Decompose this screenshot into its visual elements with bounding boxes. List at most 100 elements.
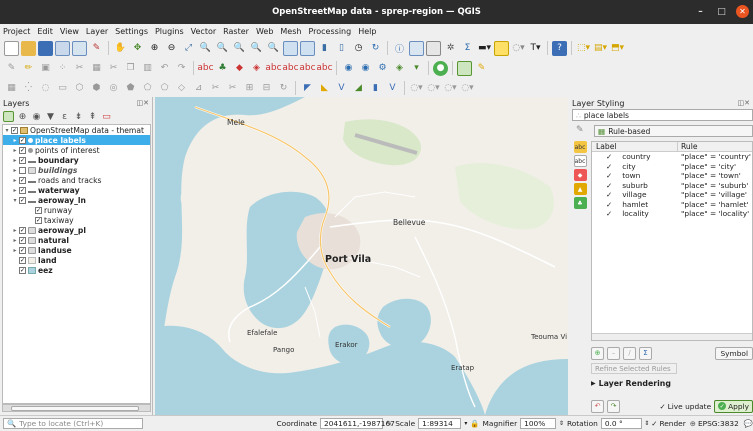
split-parts-icon[interactable]: ✂ <box>225 81 240 96</box>
menu-view[interactable]: View <box>60 27 79 36</box>
rule-row[interactable]: ✓ hamlet "place" = 'hamlet' <box>592 200 752 210</box>
chevron-right-icon[interactable]: ▸ <box>11 247 19 254</box>
label-toolbar-icon[interactable]: abc <box>197 61 213 76</box>
place-label-mele[interactable]: Mele <box>227 118 245 127</box>
refine-rules-button[interactable]: Refine Selected Rules <box>591 363 677 374</box>
layer-visibility-checkbox[interactable]: ✓ <box>19 176 26 184</box>
rotation-stepper-icon[interactable]: ⇕ <box>644 420 649 427</box>
apply-button[interactable]: ✓ Apply <box>714 399 753 413</box>
renderer-combo[interactable]: ▦ Rule-based <box>594 125 753 137</box>
cut-features-icon[interactable]: ✂ <box>106 61 121 76</box>
menu-edit[interactable]: Edit <box>37 27 53 36</box>
layer-row[interactable]: ✓ runway <box>3 205 150 215</box>
layer-visibility-checkbox[interactable] <box>19 166 26 174</box>
rule-enabled-checkbox[interactable]: ✓ <box>606 200 612 209</box>
chevron-down-icon[interactable]: ▾ <box>3 127 11 134</box>
add-wms-layer-icon[interactable]: ◢ <box>351 81 366 96</box>
copy-features-icon[interactable]: ❐ <box>123 61 138 76</box>
place-label-teouma[interactable]: Teouma Vi <box>530 333 567 341</box>
layer-row[interactable]: ▸ ✓ roads and tracks <box>3 175 150 185</box>
chevron-right-icon[interactable]: ▸ <box>11 167 19 174</box>
layer-row[interactable]: ▸ ✓ waterway <box>3 185 150 195</box>
zoom-selection-icon[interactable]: 🔍 <box>198 41 213 56</box>
layer-visibility-checkbox[interactable]: ✓ <box>19 226 26 234</box>
place-label-eratap[interactable]: Eratap <box>451 364 475 372</box>
rule-enabled-checkbox[interactable]: ✓ <box>606 190 612 199</box>
pan-icon[interactable]: ✋ <box>113 41 128 56</box>
digitize-shape-icon[interactable]: ⁛ <box>21 81 36 96</box>
zoom-layer-icon[interactable]: 🔍 <box>215 41 230 56</box>
add-part-icon[interactable]: ⬟ <box>123 81 138 96</box>
pan-to-selection-icon[interactable]: ✥ <box>130 41 145 56</box>
rule-row[interactable]: ✓ city "place" = 'city' <box>592 162 752 172</box>
chevron-right-icon[interactable]: ▸ <box>11 177 19 184</box>
menu-plugins[interactable]: Plugins <box>155 27 184 36</box>
new-project-icon[interactable] <box>4 40 19 56</box>
layer-row[interactable]: ▸ ✓ boundary <box>3 155 150 165</box>
menu-project[interactable]: Project <box>3 27 30 36</box>
rule-enabled-checkbox[interactable]: ✓ <box>606 171 612 180</box>
add-circle-icon[interactable]: ◌ <box>38 81 53 96</box>
settings-gear-icon[interactable]: ✲ <box>443 41 458 56</box>
identify-icon[interactable]: ⓘ <box>392 41 407 56</box>
paste-features-icon[interactable]: ▥ <box>140 61 155 76</box>
layer-row[interactable]: ▸ buildings <box>3 165 150 175</box>
rule-row[interactable]: ✓ country "place" = 'country' <box>592 152 752 162</box>
add-polygon-icon[interactable]: ⬡ <box>72 81 87 96</box>
processing-toolbox-icon[interactable]: ⚙ <box>375 61 390 76</box>
map-canvas[interactable]: Mele Bellevue Port Vila Efalefale Pango … <box>155 97 568 415</box>
layer-visibility-checkbox[interactable]: ✓ <box>35 216 42 224</box>
manage-visibility-icon[interactable]: ◉ <box>31 111 42 122</box>
place-label-bellevue[interactable]: Bellevue <box>393 218 426 227</box>
data-source-manager-icon[interactable]: ▦ <box>4 81 19 96</box>
add-group-icon[interactable]: ⊕ <box>17 111 28 122</box>
move-label-icon[interactable]: abc <box>265 61 281 76</box>
redo-style-icon[interactable]: ↷ <box>607 399 620 413</box>
layer-visibility-checkbox[interactable]: ✓ <box>35 206 42 214</box>
render-checkbox[interactable]: ✓ Render <box>651 419 686 428</box>
rule-enabled-checkbox[interactable]: ✓ <box>606 152 612 161</box>
remove-layer-icon[interactable]: ▭ <box>101 111 112 122</box>
zoom-last-icon[interactable]: 🔍 <box>249 41 264 56</box>
menu-vector[interactable]: Vector <box>191 27 217 36</box>
diagrams-tab-icon[interactable]: ♣ <box>573 197 587 209</box>
toggle-editing-icon[interactable]: ✏ <box>21 61 36 76</box>
deselect-icon[interactable]: ⬒▾ <box>610 41 625 56</box>
vertex-tool-icon[interactable]: ✂ <box>72 61 87 76</box>
layer-visibility-checkbox[interactable]: ✓ <box>19 186 26 194</box>
delete-selected-icon[interactable]: ▦ <box>89 61 104 76</box>
zoom-next-icon[interactable]: 🔍 <box>266 41 281 56</box>
layer-visibility-checkbox[interactable]: ✓ <box>11 126 18 134</box>
select-features-icon[interactable]: ⬚▾ <box>576 41 591 56</box>
add-line-feature-icon[interactable]: ◌▾ <box>443 81 458 96</box>
save-edits-icon[interactable]: ▣ <box>38 61 53 76</box>
open-layer-properties-icon[interactable]: ✎ <box>474 61 489 76</box>
panel-float-close-icon[interactable]: ◫✕ <box>137 99 149 107</box>
styling-layer-combo[interactable]: ∴ place labels <box>572 109 753 121</box>
style-manager-icon[interactable]: ✎ <box>89 41 104 56</box>
magnifier-stepper-icon[interactable]: ⇕ <box>559 420 564 427</box>
add-polygon-feature-icon[interactable]: ◌▾ <box>460 81 475 96</box>
layer-visibility-checkbox[interactable]: ✓ <box>19 136 26 144</box>
close-icon[interactable]: ✕ <box>736 5 749 18</box>
chevron-right-icon[interactable]: ▸ <box>11 137 19 144</box>
place-label-efalefale[interactable]: Efalefale <box>247 329 277 337</box>
new-print-layout-icon[interactable] <box>55 40 70 56</box>
annotation-icon[interactable] <box>494 40 509 56</box>
maximize-icon[interactable]: □ <box>715 5 728 18</box>
layer-rendering-section[interactable]: ▶ Layer Rendering <box>591 378 753 389</box>
simplify-icon[interactable]: ⬢ <box>89 81 104 96</box>
add-feature-icon[interactable]: ◌▾ <box>409 81 424 96</box>
minimize-icon[interactable]: – <box>694 5 707 18</box>
georeferencer-icon[interactable]: ◉ <box>341 61 356 76</box>
undo-style-icon[interactable]: ↶ <box>591 399 604 413</box>
chevron-right-icon[interactable]: ▸ <box>11 237 19 244</box>
layout-manager-icon[interactable] <box>72 40 87 56</box>
add-virtual-layer-icon[interactable]: V <box>385 81 400 96</box>
open-styling-icon[interactable] <box>3 111 14 122</box>
attribute-table-icon[interactable] <box>409 40 424 56</box>
raster-align-icon[interactable]: ◉ <box>358 61 373 76</box>
zoom-out-icon[interactable]: ⊖ <box>164 41 179 56</box>
zoom-full-icon[interactable]: ⤢ <box>181 41 196 56</box>
measure-icon[interactable]: ▬▾ <box>477 41 492 56</box>
